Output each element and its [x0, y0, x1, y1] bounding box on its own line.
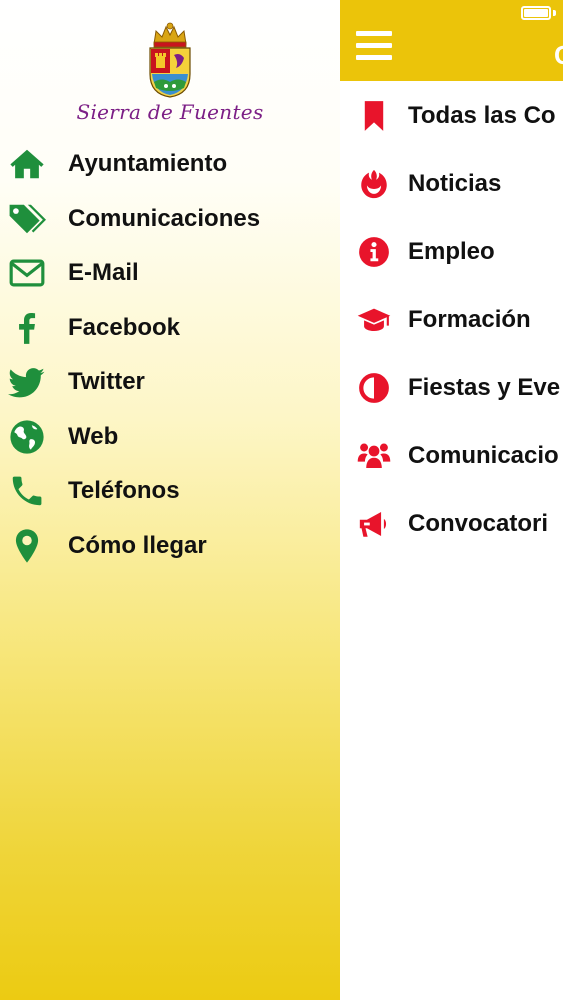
- category-item-todas[interactable]: Todas las Co: [340, 82, 563, 150]
- graduation-cap-icon: [340, 286, 408, 354]
- drawer-item-telefonos[interactable]: Teléfonos: [0, 464, 340, 519]
- category-item-label: Noticias: [408, 170, 502, 197]
- drawer-item-label: Ayuntamiento: [68, 150, 228, 178]
- battery-icon: [521, 6, 551, 20]
- megaphone-icon: [340, 490, 408, 558]
- drawer-menu: Ayuntamiento Comunicaciones E-Mail Faceb…: [0, 137, 340, 573]
- map-marker-icon: [0, 519, 68, 574]
- drawer-item-twitter[interactable]: Twitter: [0, 355, 340, 410]
- drawer-item-ayuntamiento[interactable]: Ayuntamiento: [0, 137, 340, 192]
- drawer-item-label: Web: [68, 422, 119, 450]
- category-item-empleo[interactable]: Empleo: [340, 218, 563, 286]
- twitter-icon: [0, 355, 68, 410]
- category-item-label: Empleo: [408, 238, 495, 265]
- drawer-item-label: Facebook: [68, 313, 181, 341]
- category-item-label: Formación: [408, 306, 531, 333]
- facebook-icon: [0, 301, 68, 356]
- town-name: Sierra de Fuentes: [76, 100, 264, 124]
- drawer-item-label: Twitter: [68, 368, 145, 396]
- home-icon: [0, 137, 68, 192]
- rebel-icon: [340, 150, 408, 218]
- drawer-item-email[interactable]: E-Mail: [0, 246, 340, 301]
- envelope-icon: [0, 246, 68, 301]
- navigation-drawer: Sierra de Fuentes Ayuntamiento Comunicac…: [0, 0, 340, 1000]
- users-icon: [340, 422, 408, 490]
- category-item-convocatorias[interactable]: Convocatori: [340, 490, 563, 558]
- drawer-item-comunicaciones[interactable]: Comunicaciones: [0, 192, 340, 247]
- adjust-icon: [340, 354, 408, 422]
- category-item-comunicaciones[interactable]: Comunicacio: [340, 422, 563, 490]
- app-header: C: [340, 0, 563, 81]
- phone-icon: [0, 464, 68, 519]
- page-title: C: [554, 40, 563, 71]
- menu-toggle-button[interactable]: [356, 31, 392, 61]
- drawer-item-como-llegar[interactable]: Cómo llegar: [0, 519, 340, 574]
- tags-icon: [0, 192, 68, 247]
- main-panel: C Todas las Co Noticias: [340, 0, 563, 1000]
- category-item-label: Comunicacio: [408, 442, 559, 469]
- drawer-item-web[interactable]: Web: [0, 410, 340, 465]
- bookmark-icon: [340, 82, 408, 150]
- town-logo: Sierra de Fuentes: [0, 18, 340, 130]
- globe-icon: [0, 410, 68, 465]
- category-item-label: Fiestas y Eve: [408, 374, 561, 401]
- category-item-formacion[interactable]: Formación: [340, 286, 563, 354]
- drawer-item-label: Teléfonos: [68, 477, 180, 505]
- drawer-item-label: Cómo llegar: [68, 531, 207, 559]
- drawer-item-facebook[interactable]: Facebook: [0, 301, 340, 356]
- info-circle-icon: [340, 218, 408, 286]
- category-item-noticias[interactable]: Noticias: [340, 150, 563, 218]
- category-item-fiestas[interactable]: Fiestas y Eve: [340, 354, 563, 422]
- category-item-label: Convocatori: [408, 510, 549, 537]
- drawer-item-label: E-Mail: [68, 259, 139, 287]
- coat-of-arms-icon: [149, 22, 191, 98]
- category-item-label: Todas las Co: [408, 102, 556, 129]
- category-list: Todas las Co Noticias Empleo Formación F…: [340, 82, 563, 558]
- drawer-item-label: Comunicaciones: [68, 204, 261, 232]
- battery-tip: [553, 10, 556, 16]
